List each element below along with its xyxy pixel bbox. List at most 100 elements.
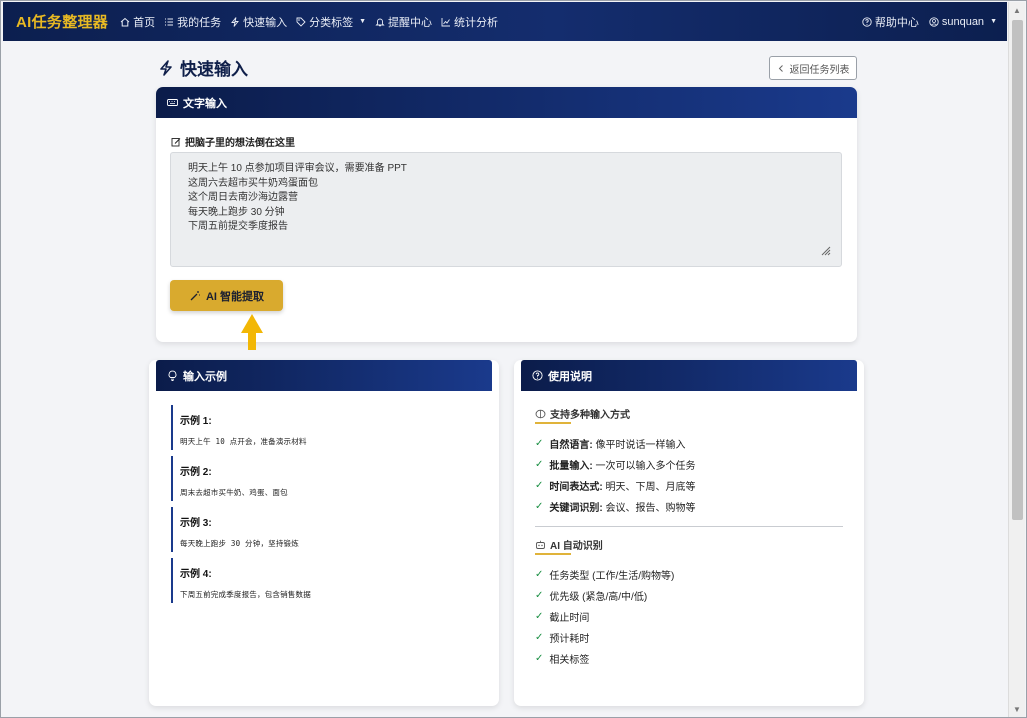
text-input-card-header: 文字输入: [156, 87, 857, 118]
feature-item: ✓ 关键词识别: 会议、报告、购物等: [535, 499, 696, 514]
check-icon: ✓: [535, 459, 544, 470]
bell-icon: [375, 18, 385, 26]
back-button-label: 返回任务列表: [789, 64, 850, 76]
recognition-text: 截止时间: [549, 613, 590, 624]
example-text: 周末去超市买牛奶、鸡蛋、面包: [180, 488, 288, 497]
chart-icon: [441, 17, 451, 26]
section-underline: [535, 422, 571, 424]
recognition-text: 任务类型 (工作/生活/购物等): [549, 571, 675, 582]
robot-icon: [536, 540, 545, 549]
textarea-line: 下周五前提交季度报告: [188, 221, 288, 232]
section-underline: [535, 553, 571, 555]
usage-card-header: 使用说明: [521, 360, 857, 391]
example-title: 示例 3:: [180, 518, 212, 529]
list-icon: [165, 18, 174, 25]
nav-my-tasks-label: 我的任务: [177, 16, 222, 29]
example-text: 明天上午 10 点开会，准备演示材料: [180, 437, 307, 446]
nav-category-tags-label: 分类标签: [309, 16, 354, 29]
tag-icon: [296, 17, 306, 27]
lightbulb-icon: [168, 370, 177, 381]
text-input-card: 文字输入 把脑子里的想法倒在这里 明天上午 10 点参加项目评审会议，需要准备 …: [156, 87, 857, 342]
check-icon: ✓: [535, 632, 544, 643]
examples-card-header: 输入示例: [156, 360, 492, 391]
recognition-text: 预计耗时: [549, 634, 590, 645]
nav-statistics-label: 统计分析: [454, 16, 499, 29]
feature-item: ✓ 批量输入: 一次可以输入多个任务: [535, 457, 696, 472]
home-icon: [120, 17, 130, 26]
input-methods-title-text: 支持多种输入方式: [550, 410, 630, 421]
arrow-left-icon: [778, 64, 783, 72]
recognition-item: ✓ 优先级 (紧急/高/中/低): [535, 588, 647, 603]
nav-category-tags[interactable]: 分类标签 ▼: [296, 14, 366, 30]
example-title: 示例 1:: [180, 416, 212, 427]
ai-recognition-title-text: AI 自动识别: [550, 541, 603, 552]
nav-quick-input-label: 快速输入: [243, 16, 288, 29]
magic-wand-icon: [190, 290, 200, 300]
brain-icon: [535, 409, 546, 418]
nav-home-label: 首页: [133, 16, 156, 29]
textarea-line: 这周六去超市买牛奶鸡蛋面包: [188, 177, 318, 189]
vertical-scrollbar[interactable]: ▲ ▼: [1008, 2, 1025, 717]
back-to-task-list-button[interactable]: 返回任务列表: [769, 56, 857, 80]
nav-home[interactable]: 首页: [120, 14, 155, 30]
check-icon: ✓: [535, 438, 544, 449]
recognition-text: 相关标签: [549, 655, 590, 666]
ai-recognition-section-title: AI 自动识别: [535, 537, 603, 552]
page-title-text: 快速输入: [180, 60, 248, 79]
check-icon: ✓: [535, 569, 544, 580]
nav-reminders-label: 提醒中心: [388, 16, 433, 29]
textarea-line: 明天上午 10 点参加项目评审会议，需要准备 PPT: [188, 163, 407, 174]
example-text: 下周五前完成季度报告，包含销售数据: [180, 590, 311, 599]
textarea-line: 这个周日去南沙海边露营: [188, 192, 298, 203]
examples-card-title: 输入示例: [183, 370, 227, 383]
user-circle-icon: [929, 16, 939, 27]
recognition-item: ✓ 相关标签: [535, 651, 589, 666]
textarea-line: 每天晚上跑步 30 分钟: [188, 206, 285, 218]
recognition-item: ✓ 任务类型 (工作/生活/购物等): [535, 567, 674, 582]
thoughts-textarea[interactable]: 明天上午 10 点参加项目评审会议，需要准备 PPT 这周六去超市买牛奶鸡蛋面包…: [170, 152, 842, 267]
nav-help-center-label: 帮助中心: [874, 16, 919, 29]
thoughts-field-label: 把脑子里的想法倒在这里: [171, 134, 295, 149]
nav-my-tasks[interactable]: 我的任务: [164, 14, 221, 30]
chevron-down-icon: ▼: [359, 18, 367, 25]
feature-item: ✓ 时间表达式: 明天、下周、月底等: [535, 478, 696, 493]
top-navbar: AI任务整理器 首页 我的任务 快速输入 分类标签 ▼ 提醒中心 统计分析 帮助…: [3, 2, 1007, 41]
feature-item: ✓ 自然语言: 像平时说话一样输入: [535, 436, 686, 451]
example-title: 示例 2:: [180, 467, 212, 478]
question-circle-icon: [862, 16, 872, 27]
browser-viewport: AI任务整理器 首页 我的任务 快速输入 分类标签 ▼ 提醒中心 统计分析 帮助…: [0, 0, 1027, 718]
feature-text: 关键词识别: 会议、报告、购物等: [549, 503, 696, 514]
bolt-icon: [231, 16, 240, 27]
nav-reminders[interactable]: 提醒中心: [375, 14, 432, 30]
brand-logo[interactable]: AI任务整理器: [16, 11, 108, 32]
ai-extract-button[interactable]: AI 智能提取: [170, 280, 283, 311]
check-icon: ✓: [535, 590, 544, 601]
chevron-down-icon: ▼: [990, 18, 997, 25]
example-item: 示例 1: 明天上午 10 点开会，准备演示材料: [171, 405, 481, 450]
input-methods-section-title: 支持多种输入方式: [535, 406, 630, 421]
check-icon: ✓: [535, 653, 544, 664]
example-item: 示例 2: 周末去超市买牛奶、鸡蛋、面包: [171, 456, 481, 501]
usage-instructions-card: 使用说明 支持多种输入方式 ✓ 自然语言: 像平时说话一样输入 ✓ 批量输入: …: [514, 360, 864, 706]
scroll-thumb[interactable]: [1012, 20, 1023, 520]
bolt-icon: [160, 59, 172, 76]
text-input-card-title: 文字输入: [183, 97, 227, 110]
nav-quick-input[interactable]: 快速输入: [230, 14, 287, 30]
check-icon: ✓: [535, 501, 544, 512]
nav-statistics[interactable]: 统计分析: [441, 14, 498, 30]
example-title: 示例 4:: [180, 569, 212, 580]
thoughts-field-label-text: 把脑子里的想法倒在这里: [185, 138, 295, 149]
resize-handle-icon[interactable]: [819, 244, 831, 256]
edit-icon: [171, 137, 181, 146]
check-icon: ✓: [535, 611, 544, 622]
example-text: 每天晚上跑步 30 分钟，坚持锻炼: [180, 539, 299, 548]
feature-text: 批量输入: 一次可以输入多个任务: [549, 461, 696, 472]
nav-help-center[interactable]: 帮助中心: [862, 14, 919, 30]
scroll-up-icon[interactable]: ▲: [1013, 6, 1021, 15]
recognition-item: ✓ 预计耗时: [535, 630, 589, 645]
check-icon: ✓: [535, 480, 544, 491]
user-menu[interactable]: sunquan ▼: [929, 16, 997, 28]
page-title: 快速输入: [158, 55, 248, 80]
feature-text: 自然语言: 像平时说话一样输入: [549, 440, 686, 451]
scroll-down-icon[interactable]: ▼: [1013, 705, 1021, 714]
